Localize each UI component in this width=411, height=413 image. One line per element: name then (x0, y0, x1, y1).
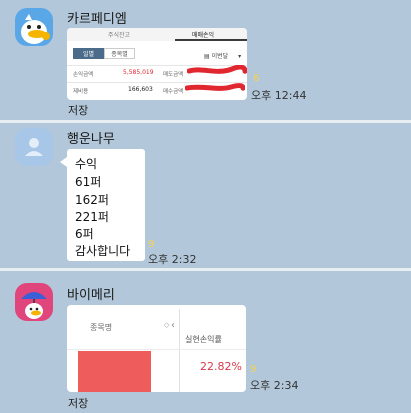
tab-holdings[interactable]: 주식잔고 (108, 30, 130, 39)
message-line: 221퍼 (75, 210, 109, 224)
message-line: 감사합니다 (75, 244, 131, 258)
sender-name: 행운나무 (67, 132, 115, 147)
chevron-left-icon[interactable]: ‹ (171, 320, 175, 331)
pnl-amount-label: 손익금액 (73, 72, 94, 78)
segment-by-stock[interactable]: 종목별 (104, 48, 135, 59)
row-divider (67, 349, 246, 350)
redaction-mark (187, 65, 247, 74)
message-line: 61퍼 (75, 175, 102, 189)
period-selector[interactable]: ▤ 이번달 ▾ (204, 51, 241, 60)
message-line: 수익 (75, 157, 98, 171)
buy-amount-label: 매수금액 (163, 89, 184, 95)
calendar-icon: ▤ (204, 53, 210, 60)
fees-label: 제비용 (73, 89, 89, 95)
fees-value: 166,603 (128, 86, 153, 93)
segment-daily[interactable]: 일별 (73, 48, 104, 59)
avatar[interactable] (15, 128, 53, 166)
message-divider (0, 120, 411, 123)
message-bubble[interactable]: 수익 61퍼 162퍼 221퍼 6퍼 감사합니다 (60, 149, 145, 261)
default-person-avatar-icon (15, 128, 53, 166)
column-realized-return: 실현손익률 (185, 335, 222, 344)
period-label: 이번달 (211, 53, 229, 60)
sender-name: 카르페디엠 (67, 12, 127, 27)
redaction-mark (185, 83, 245, 91)
column-stock-name: 종목명 (90, 323, 113, 332)
save-button[interactable]: 저장 (68, 102, 88, 118)
unread-count: 6 (253, 73, 260, 84)
message-divider (0, 268, 411, 271)
message-line: 6퍼 (75, 227, 94, 241)
duck-character-avatar-icon (15, 8, 53, 46)
unread-count: 9 (250, 364, 257, 375)
shared-image-trade-pnl[interactable]: 주식잔고 매매손익 일별 종목별 ▤ 이번달 ▾ 손익금액 5,585,019 … (67, 28, 247, 100)
tab-trade-pnl[interactable]: 매매손익 (192, 30, 214, 39)
active-tab-indicator (175, 39, 247, 41)
shared-image-realized-return[interactable]: 종목명 ◇ ‹ 실현손익률 22.82% (67, 305, 246, 392)
message-time: 오후 2:34 (250, 379, 299, 392)
unread-count: 9 (148, 239, 155, 250)
avatar[interactable] (15, 283, 53, 321)
pnl-amount-value: 5,585,019 (123, 69, 154, 76)
sender-name: 바이메리 (67, 288, 115, 303)
avatar[interactable] (15, 8, 53, 46)
sell-amount-label: 매도금액 (163, 72, 184, 78)
save-button[interactable]: 저장 (68, 395, 88, 411)
message-time: 오후 12:44 (251, 89, 307, 102)
message-line: 162퍼 (75, 193, 109, 207)
sort-icon[interactable]: ◇ (164, 321, 169, 329)
chevron-down-icon: ▾ (238, 53, 242, 60)
message-time: 오후 2:32 (148, 253, 197, 266)
redaction-block (78, 351, 151, 392)
realized-return-value: 22.82% (200, 360, 242, 373)
duck-umbrella-avatar-icon (15, 283, 53, 321)
column-separator (179, 309, 180, 392)
